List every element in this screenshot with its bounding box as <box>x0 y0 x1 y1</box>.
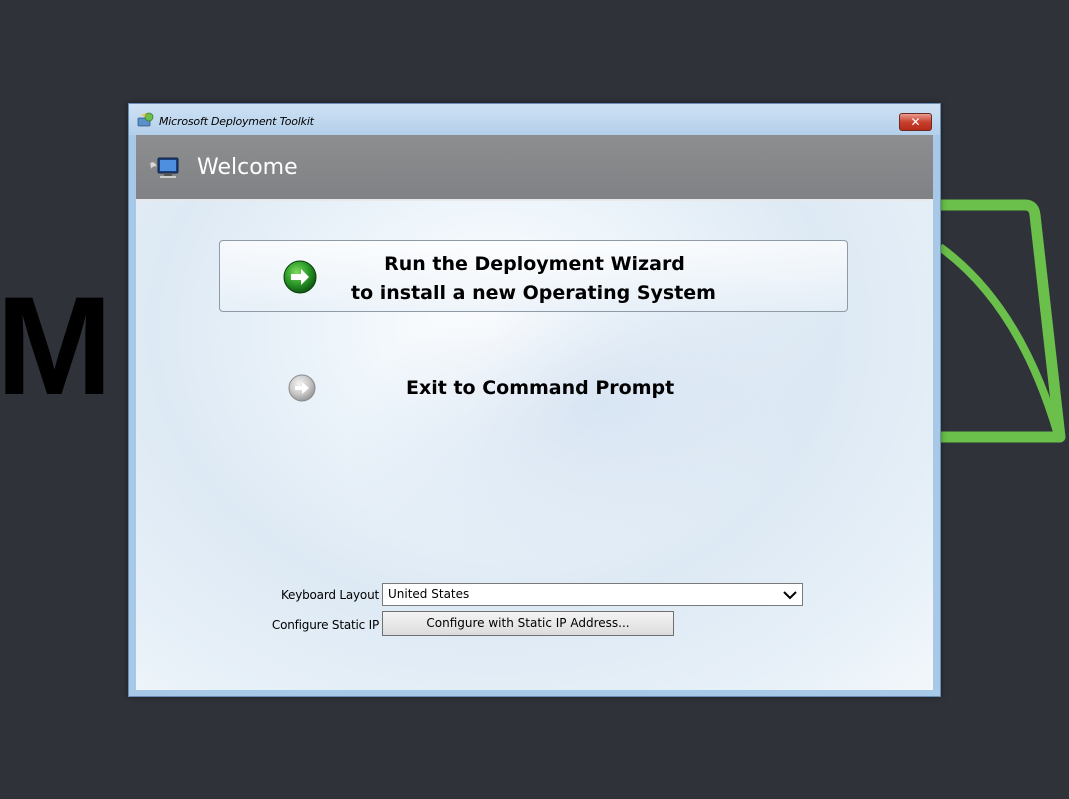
static-ip-label: Configure Static IP <box>271 618 379 632</box>
configure-static-ip-button[interactable]: Configure with Static IP Address... <box>382 611 674 636</box>
client-area: Welcome Run the Deployment Wizard to ins… <box>136 135 933 690</box>
close-button[interactable]: ✕ <box>899 113 932 131</box>
exit-label: Exit to Command Prompt <box>406 377 675 399</box>
keyboard-layout-value: United States <box>388 587 470 601</box>
window-title: Microsoft Deployment Toolkit <box>159 115 314 128</box>
background-logo-letter: M <box>0 267 113 424</box>
keyboard-layout-label: Keyboard Layout <box>280 588 379 602</box>
background-logo-icon <box>937 199 1066 443</box>
run-deployment-wizard-button[interactable]: Run the Deployment Wizard to install a n… <box>219 240 848 312</box>
page-title: Welcome <box>197 155 298 180</box>
gray-arrow-icon <box>288 374 316 402</box>
deployment-toolkit-icon <box>137 112 154 127</box>
wizard-label-line2: to install a new Operating System <box>351 282 716 304</box>
keyboard-layout-select[interactable]: United States <box>382 583 803 606</box>
mdt-window: Microsoft Deployment Toolkit ✕ Welcome R… <box>128 103 941 697</box>
header-band: Welcome <box>136 135 933 201</box>
title-bar[interactable]: Microsoft Deployment Toolkit ✕ <box>129 104 940 135</box>
exit-to-command-prompt-button[interactable]: Exit to Command Prompt <box>276 365 796 411</box>
computer-icon <box>149 157 179 178</box>
wizard-label-line1: Run the Deployment Wizard <box>384 253 685 275</box>
chevron-down-icon <box>783 591 797 600</box>
